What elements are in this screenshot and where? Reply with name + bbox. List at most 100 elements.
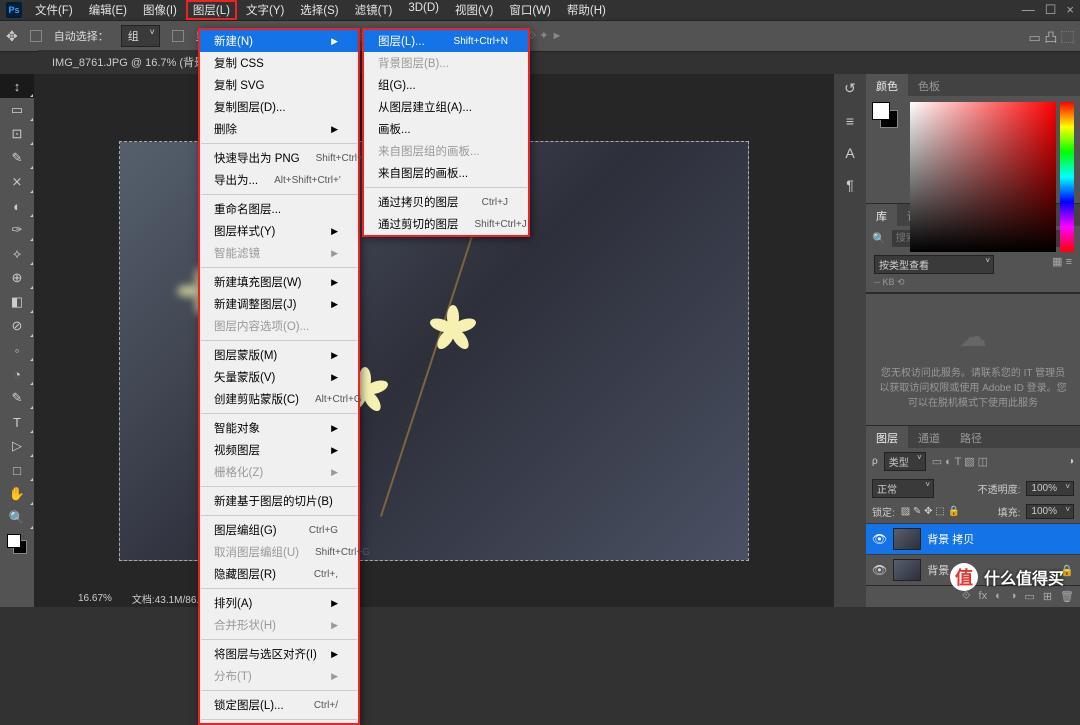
layer-fx-icon[interactable]: fx	[979, 590, 988, 603]
menu-6[interactable]: 滤镜(T)	[348, 0, 400, 20]
tool-1[interactable]: ▭	[0, 98, 34, 122]
menu-item-9[interactable]: 通过剪切的图层Shift+Ctrl+J	[364, 213, 528, 235]
menu-item-10[interactable]: 图层样式(Y)▶	[200, 220, 358, 242]
library-view-dropdown[interactable]: 按类型查看	[874, 255, 994, 274]
tool-16[interactable]: □	[0, 458, 34, 482]
menu-item-34[interactable]: 将图层与选区对齐(I)▶	[200, 643, 358, 665]
hue-slider[interactable]	[1060, 102, 1074, 252]
channels-tab[interactable]: 通道	[908, 426, 950, 448]
new-group-icon[interactable]: ▭	[1024, 590, 1034, 603]
layer-mask-icon[interactable]: ◐	[995, 590, 1002, 603]
tool-18[interactable]: 🔍	[0, 506, 34, 530]
tool-14[interactable]: T	[0, 410, 34, 434]
filter-kind-dropdown[interactable]: 类型	[884, 452, 926, 471]
history-icon[interactable]: ↺	[844, 80, 856, 97]
menu-item-8[interactable]: 通过拷贝的图层Ctrl+J	[364, 191, 528, 213]
blend-mode-dropdown[interactable]: 正常	[872, 479, 934, 498]
menu-item-27[interactable]: 图层编组(G)Ctrl+G	[200, 519, 358, 541]
menu-4[interactable]: 文字(Y)	[239, 0, 291, 20]
menu-item-17[interactable]: 图层蒙版(M)▶	[200, 344, 358, 366]
tool-7[interactable]: ⟡	[0, 242, 34, 266]
menu-item-6[interactable]: 快速导出为 PNGShift+Ctrl+'	[200, 147, 358, 169]
delete-layer-icon[interactable]: 🗑	[1060, 590, 1074, 603]
menu-item-6[interactable]: 来自图层的画板...	[364, 162, 528, 184]
properties-icon[interactable]: ≡	[846, 113, 854, 129]
tool-15[interactable]: ▷	[0, 434, 34, 458]
menu-item-25[interactable]: 新建基于图层的切片(B)	[200, 490, 358, 512]
tool-11[interactable]: ◦	[0, 338, 34, 362]
tool-0[interactable]: ↕	[0, 74, 34, 98]
color-tab[interactable]: 颜色	[866, 74, 908, 96]
menu-item-31[interactable]: 排列(A)▶	[200, 592, 358, 614]
menu-item-4[interactable]: 删除▶	[200, 118, 358, 140]
layer-row[interactable]: 👁背景 拷贝	[866, 523, 1080, 554]
show-transform-checkbox[interactable]	[172, 30, 184, 42]
fill-value[interactable]: 100%	[1026, 504, 1074, 519]
visibility-icon[interactable]: 👁	[872, 563, 887, 577]
menu-item-2[interactable]: 组(G)...	[364, 74, 528, 96]
tool-5[interactable]: ◐	[0, 194, 34, 218]
menu-item-18[interactable]: 矢量蒙版(V)▶	[200, 366, 358, 388]
menu-0[interactable]: 文件(F)	[28, 0, 80, 20]
menu-item-9[interactable]: 重命名图层...	[200, 198, 358, 220]
menu-5[interactable]: 选择(S)	[293, 0, 345, 20]
color-panel[interactable]	[866, 96, 1080, 203]
new-fill-icon[interactable]: ◑	[1010, 590, 1017, 603]
menu-1[interactable]: 编辑(E)	[82, 0, 134, 20]
tool-9[interactable]: ◧	[0, 290, 34, 314]
visibility-icon[interactable]: 👁	[872, 532, 887, 546]
menu-8[interactable]: 视图(V)	[448, 0, 500, 20]
tool-4[interactable]: ⨯	[0, 170, 34, 194]
tool-2[interactable]: ⊡	[0, 122, 34, 146]
menu-item-0[interactable]: 新建(N)▶	[200, 30, 358, 52]
menu-item-29[interactable]: 隐藏图层(R)Ctrl+,	[200, 563, 358, 585]
libraries-tab[interactable]: 库	[866, 204, 897, 226]
window-close[interactable]: ×	[1066, 2, 1074, 18]
menu-item-0[interactable]: 图层(L)...Shift+Ctrl+N	[364, 30, 528, 52]
menu-3[interactable]: 图层(L)	[186, 0, 237, 20]
menu-item-4[interactable]: 画板...	[364, 118, 528, 140]
window-maximize[interactable]: ☐	[1045, 2, 1057, 18]
menu-item-7[interactable]: 导出为...Alt+Shift+Ctrl+'	[200, 169, 358, 191]
tool-13[interactable]: ✎	[0, 386, 34, 410]
layers-tab[interactable]: 图层	[866, 426, 908, 448]
link-layers-icon[interactable]: ⟐	[962, 590, 971, 603]
auto-select-dropdown[interactable]: 组	[121, 25, 160, 47]
paragraph-icon[interactable]: ¶	[846, 177, 854, 193]
foreground-color[interactable]	[872, 102, 890, 120]
tool-10[interactable]: ⊘	[0, 314, 34, 338]
menu-7[interactable]: 3D(D)	[401, 0, 446, 20]
menu-item-3[interactable]: 从图层建立组(A)...	[364, 96, 528, 118]
menu-item-37[interactable]: 锁定图层(L)...Ctrl+/	[200, 694, 358, 716]
color-field[interactable]	[910, 102, 1056, 252]
menu-item-1[interactable]: 复制 CSS	[200, 52, 358, 74]
zoom-level[interactable]: 16.67%	[78, 593, 112, 604]
menu-item-2[interactable]: 复制 SVG	[200, 74, 358, 96]
opacity-value[interactable]: 100%	[1026, 481, 1074, 496]
menu-item-22[interactable]: 视频图层▶	[200, 439, 358, 461]
tool-8[interactable]: ⊕	[0, 266, 34, 290]
menu-item-13[interactable]: 新建填充图层(W)▶	[200, 271, 358, 293]
menu-item-14[interactable]: 新建调整图层(J)▶	[200, 293, 358, 315]
layer-new-submenu[interactable]: 图层(L)...Shift+Ctrl+N背景图层(B)...组(G)...从图层…	[362, 28, 530, 237]
menu-10[interactable]: 帮助(H)	[560, 0, 613, 20]
menu-item-19[interactable]: 创建剪贴蒙版(C)Alt+Ctrl+G	[200, 388, 358, 410]
tool-6[interactable]: ✑	[0, 218, 34, 242]
color-swatch-tool[interactable]	[0, 530, 34, 558]
paths-tab[interactable]: 路径	[950, 426, 992, 448]
tool-12[interactable]: ◔	[0, 362, 34, 386]
tool-3[interactable]: ✎	[0, 146, 34, 170]
swatches-tab[interactable]: 色板	[908, 74, 950, 96]
menubar[interactable]: 文件(F)编辑(E)图像(I)图层(L)文字(Y)选择(S)滤镜(T)3D(D)…	[28, 0, 613, 20]
new-layer-icon[interactable]: ⊞	[1043, 590, 1052, 603]
menu-item-3[interactable]: 复制图层(D)...	[200, 96, 358, 118]
menu-9[interactable]: 窗口(W)	[502, 0, 558, 20]
tool-17[interactable]: ✋	[0, 482, 34, 506]
layer-menu-dropdown[interactable]: 新建(N)▶复制 CSS复制 SVG复制图层(D)...删除▶ 快速导出为 PNG…	[198, 28, 360, 725]
collapsed-panels[interactable]: ↺ ≡ A ¶	[834, 74, 866, 607]
menu-2[interactable]: 图像(I)	[136, 0, 184, 20]
character-icon[interactable]: A	[845, 145, 854, 161]
auto-select-checkbox[interactable]	[30, 30, 42, 42]
window-minimize[interactable]: —	[1022, 2, 1035, 18]
lock-icons[interactable]: ▨ ✎ ✥ ⬚ 🔒	[901, 506, 960, 517]
